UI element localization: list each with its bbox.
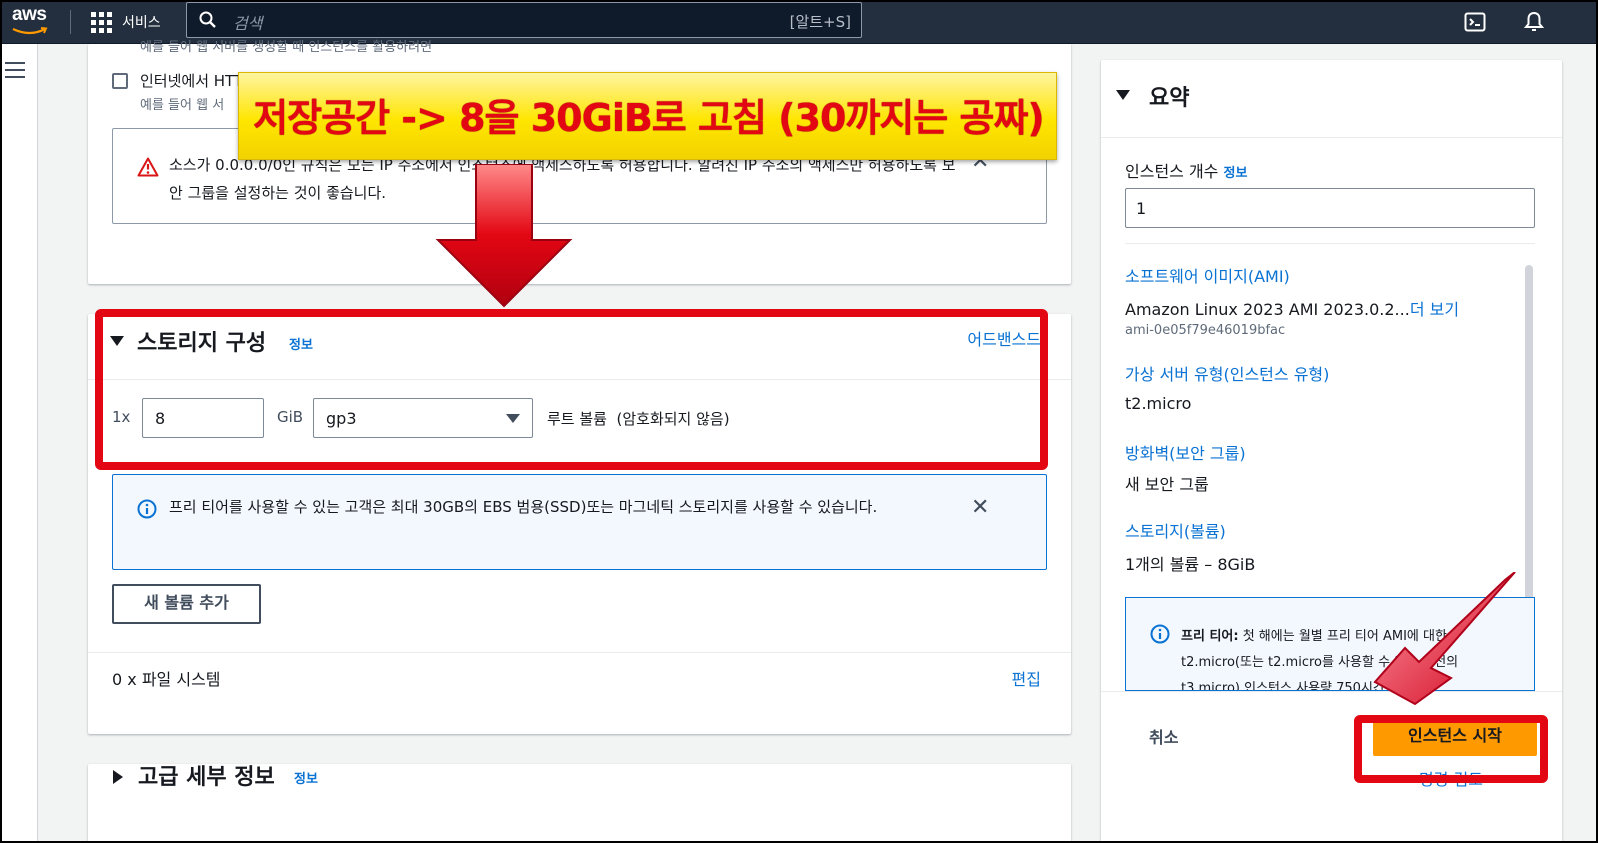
summary-divider bbox=[1101, 137, 1562, 138]
summary-divider-2 bbox=[1125, 243, 1535, 244]
summary-collapse-caret-icon[interactable] bbox=[1116, 90, 1130, 100]
warning-icon bbox=[137, 157, 159, 177]
info-circle-icon bbox=[137, 499, 157, 519]
firewall-link[interactable]: 방화벽(보안 그룹) bbox=[1125, 440, 1246, 464]
aws-logo[interactable]: aws bbox=[12, 4, 54, 40]
file-systems-label: 0 x 파일 시스템 bbox=[112, 670, 221, 689]
free-tier-title: 프리 티어: bbox=[1181, 629, 1239, 644]
free-tier-info-text: 프리 티어를 사용할 수 있는 고객은 최대 30GB의 EBS 범용(SSD)… bbox=[169, 498, 878, 516]
storage-volumes-link[interactable]: 스토리지(볼륨) bbox=[1125, 518, 1226, 542]
http-traffic-checkbox[interactable] bbox=[112, 73, 128, 89]
dismiss-info-close-icon[interactable]: ✕ bbox=[971, 497, 989, 519]
instance-count-input[interactable]: 1 bbox=[1125, 188, 1535, 228]
hamburger-menu-icon[interactable] bbox=[5, 62, 25, 78]
instance-type-value: t2.micro bbox=[1125, 394, 1192, 413]
search-shortcut-hint: [알트+S] bbox=[789, 13, 851, 31]
launch-highlight-box bbox=[1354, 715, 1548, 783]
add-new-volume-button[interactable]: 새 볼륨 추가 bbox=[112, 584, 261, 624]
ami-value-row: Amazon Linux 2023 AMI 2023.0.2...더 보기 bbox=[1125, 296, 1459, 320]
red-down-arrow-icon bbox=[435, 164, 573, 308]
storage-volumes-value: 1개의 볼륨 – 8GiB bbox=[1125, 555, 1256, 574]
services-label: 서비스 bbox=[122, 15, 161, 31]
notifications-bell-icon[interactable] bbox=[1522, 10, 1546, 34]
search-placeholder: 검색 bbox=[233, 14, 263, 33]
red-pointer-arrow-icon bbox=[1373, 572, 1516, 706]
ami-link[interactable]: 소프트웨어 이미지(AMI) bbox=[1125, 263, 1290, 287]
storage-divider bbox=[88, 652, 1071, 653]
search-icon bbox=[199, 11, 216, 28]
expand-caret-icon[interactable] bbox=[113, 770, 123, 784]
file-systems-edit-link[interactable]: 편집 bbox=[1012, 666, 1041, 690]
network-cut-text: 예를 들어 웹 서버를 생성할 때 인스턴스를 활용하려면 bbox=[140, 40, 433, 55]
services-grid-icon bbox=[91, 11, 112, 33]
firewall-value: 새 보안 그룹 bbox=[1125, 475, 1209, 494]
advanced-details-title: 고급 세부 정보 bbox=[138, 765, 275, 790]
topbar-divider bbox=[70, 10, 71, 34]
summary-title: 요약 bbox=[1149, 86, 1190, 111]
aws-logo-text: aws bbox=[12, 4, 47, 25]
info-circle-icon bbox=[1150, 624, 1170, 644]
instance-count-info-link[interactable]: 정보 bbox=[1224, 166, 1248, 181]
advanced-details-info-link[interactable]: 정보 bbox=[294, 768, 318, 787]
ami-value: Amazon Linux 2023 AMI 2023.0.2... bbox=[1125, 300, 1410, 319]
instance-count-label: 인스턴스 개수 정보 bbox=[1125, 158, 1247, 182]
instance-count-label-text: 인스턴스 개수 bbox=[1125, 162, 1219, 181]
instance-type-link[interactable]: 가상 서버 유형(인스턴스 유형) bbox=[1125, 361, 1329, 385]
annotation-text: 저장공간 -> 8을 30GiB로 고침 (30까지는 공짜) bbox=[253, 96, 1045, 140]
instance-count-value: 1 bbox=[1136, 199, 1147, 218]
storage-highlight-box bbox=[95, 309, 1048, 470]
cancel-button[interactable]: 취소 bbox=[1149, 724, 1178, 748]
left-navigation-rail bbox=[0, 44, 38, 843]
http-traffic-description: 예를 들어 웹 서 bbox=[140, 98, 225, 113]
cloudshell-icon[interactable] bbox=[1463, 10, 1487, 34]
aws-smile-icon bbox=[12, 27, 48, 35]
advanced-details-panel[interactable]: 고급 세부 정보 정보 bbox=[88, 764, 1071, 843]
free-tier-info-alert: 프리 티어를 사용할 수 있는 고객은 최대 30GB의 EBS 범용(SSD)… bbox=[112, 474, 1047, 570]
ami-more-link[interactable]: 더 보기 bbox=[1410, 300, 1459, 319]
annotation-callout: 저장공간 -> 8을 30GiB로 고침 (30까지는 공짜) bbox=[238, 72, 1057, 160]
ami-id: ami-0e05f79e46019bfac bbox=[1125, 323, 1286, 338]
search-input[interactable]: 검색 [알트+S] bbox=[186, 2, 862, 38]
